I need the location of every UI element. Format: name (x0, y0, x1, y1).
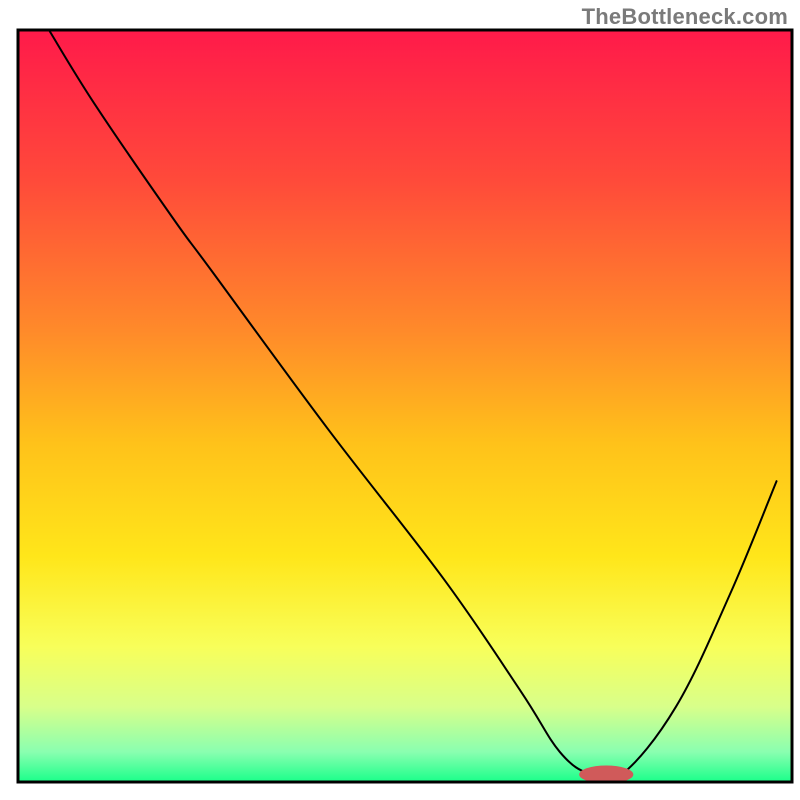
bottleneck-chart (0, 0, 800, 800)
watermark-text: TheBottleneck.com (582, 4, 788, 30)
gradient-background (18, 30, 792, 782)
chart-container: TheBottleneck.com (0, 0, 800, 800)
